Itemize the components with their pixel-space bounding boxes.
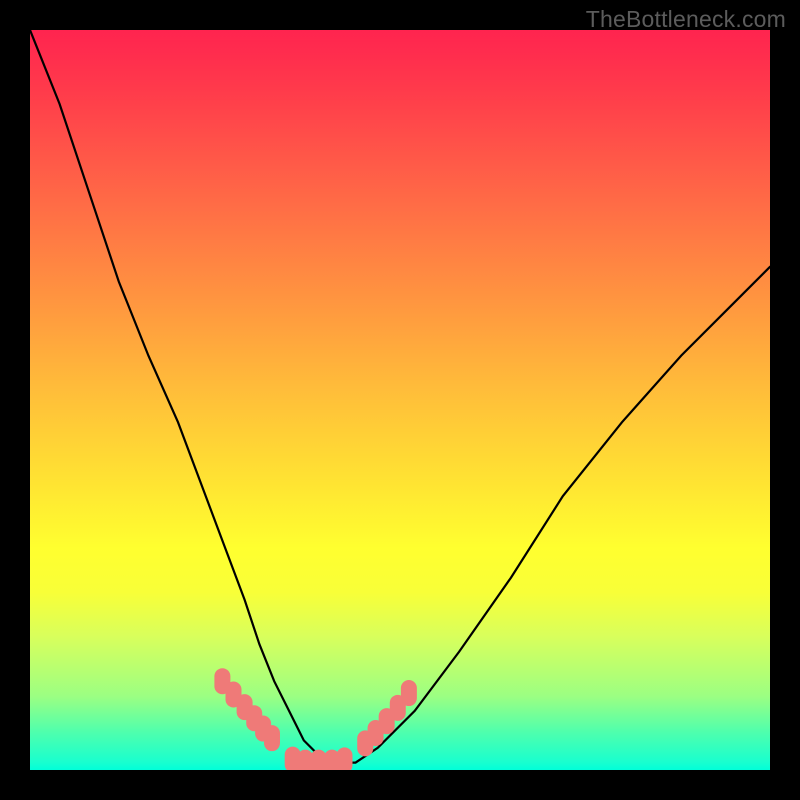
marker-dot <box>264 725 280 751</box>
plot-area <box>30 30 770 770</box>
chart-container: TheBottleneck.com <box>0 0 800 800</box>
curve-markers <box>214 668 416 770</box>
marker-dot <box>401 680 417 706</box>
curve-svg <box>30 30 770 770</box>
marker-dot <box>337 747 353 770</box>
attribution-text: TheBottleneck.com <box>586 6 786 33</box>
bottleneck-curve <box>30 30 770 763</box>
